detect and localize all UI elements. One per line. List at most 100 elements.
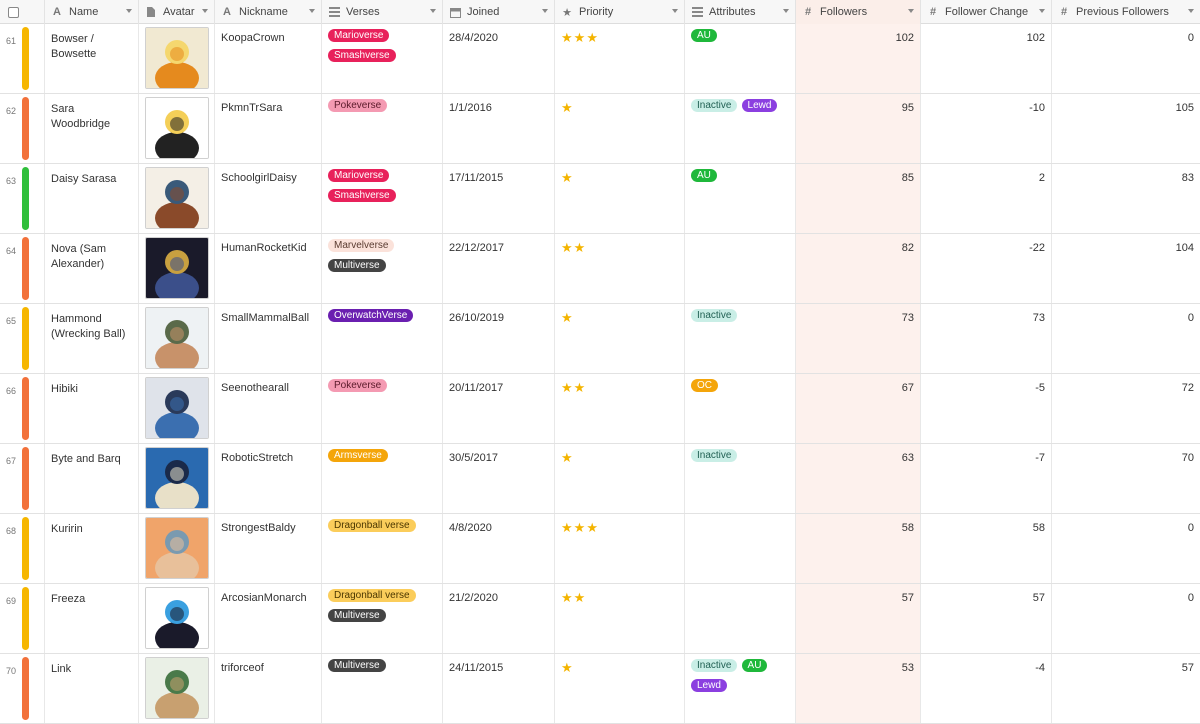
avatar-cell[interactable] [139,514,215,583]
nickname-cell[interactable]: triforceof [215,654,322,723]
previous-followers-cell[interactable]: 72 [1052,374,1200,443]
star-icon[interactable]: ★ [574,520,587,535]
avatar[interactable] [145,167,209,229]
avatar[interactable] [145,447,209,509]
table-row[interactable]: 67 Byte and Barq RoboticStretch Armsverse 30… [0,444,1200,514]
star-icon[interactable]: ★ [561,520,574,535]
avatar-cell[interactable] [139,24,215,93]
nickname-cell[interactable]: ArcosianMonarch [215,584,322,653]
avatar[interactable] [145,517,209,579]
priority-cell[interactable]: ★★★ [555,24,685,93]
avatar[interactable] [145,27,209,89]
previous-followers-cell[interactable]: 0 [1052,304,1200,373]
attributes-cell[interactable]: AU [685,24,796,93]
name-cell[interactable]: Byte and Barq [45,444,139,513]
header-attributes[interactable]: Attributes [685,0,796,24]
name-cell[interactable]: Nova (Sam Alexander) [45,234,139,303]
avatar-cell[interactable] [139,444,215,513]
table-row[interactable]: 64 Nova (Sam Alexander) HumanRocketKid Marv… [0,234,1200,304]
avatar-cell[interactable] [139,164,215,233]
followers-cell[interactable]: 63 [796,444,921,513]
attributes-cell[interactable]: Inactive AU Lewd [685,654,796,723]
nickname-cell[interactable]: KoopaCrown [215,24,322,93]
joined-cell[interactable]: 20/11/2017 [443,374,555,443]
priority-cell[interactable]: ★ [555,304,685,373]
name-cell[interactable]: Link [45,654,139,723]
chevron-down-icon[interactable] [542,9,548,13]
name-cell[interactable]: Sara Woodbridge [45,94,139,163]
star-icon[interactable]: ★ [561,660,574,675]
table-row[interactable]: 70 Link triforceof Multiverse 24/11/2015 ★ Ina… [0,654,1200,724]
header-followers[interactable]: # Followers [796,0,921,24]
star-icon[interactable]: ★ [574,380,587,395]
follower-change-cell[interactable]: -5 [921,374,1052,443]
attributes-cell[interactable]: OC [685,374,796,443]
follower-change-cell[interactable]: 58 [921,514,1052,583]
avatar[interactable] [145,237,209,299]
followers-cell[interactable]: 67 [796,374,921,443]
header-nickname[interactable]: A Nickname [215,0,322,24]
avatar-cell[interactable] [139,584,215,653]
verses-cell[interactable]: Pokeverse [322,94,443,163]
verses-cell[interactable]: Marvelverse Multiverse [322,234,443,303]
star-icon[interactable]: ★ [561,450,574,465]
star-icon[interactable]: ★ [561,30,574,45]
followers-cell[interactable]: 95 [796,94,921,163]
header-joined[interactable]: Joined [443,0,555,24]
avatar-cell[interactable] [139,374,215,443]
star-icon[interactable]: ★ [561,100,574,115]
previous-followers-cell[interactable]: 105 [1052,94,1200,163]
previous-followers-cell[interactable]: 83 [1052,164,1200,233]
table-row[interactable]: 61 Bowser / Bowsette KoopaCrown Marioverse S… [0,24,1200,94]
nickname-cell[interactable]: PkmnTrSara [215,94,322,163]
star-icon[interactable]: ★ [561,310,574,325]
joined-cell[interactable]: 1/1/2016 [443,94,555,163]
star-icon[interactable]: ★ [561,170,574,185]
chevron-down-icon[interactable] [202,9,208,13]
table-row[interactable]: 63 Daisy Sarasa SchoolgirlDaisy Marioverse S… [0,164,1200,234]
name-cell[interactable]: Hammond (Wrecking Ball) [45,304,139,373]
star-icon[interactable]: ★ [561,240,574,255]
chevron-down-icon[interactable] [126,9,132,13]
header-name[interactable]: A Name [45,0,139,24]
follower-change-cell[interactable]: 73 [921,304,1052,373]
priority-cell[interactable]: ★★ [555,584,685,653]
avatar-cell[interactable] [139,234,215,303]
nickname-cell[interactable]: HumanRocketKid [215,234,322,303]
avatar[interactable] [145,97,209,159]
priority-cell[interactable]: ★ [555,94,685,163]
verses-cell[interactable]: Dragonball verse [322,514,443,583]
follower-change-cell[interactable]: -10 [921,94,1052,163]
header-previous-followers[interactable]: # Previous Followers [1052,0,1200,24]
priority-cell[interactable]: ★★ [555,374,685,443]
priority-cell[interactable]: ★★ [555,234,685,303]
star-icon[interactable]: ★ [586,520,599,535]
chevron-down-icon[interactable] [783,9,789,13]
attributes-cell[interactable] [685,234,796,303]
star-icon[interactable]: ★ [586,30,599,45]
previous-followers-cell[interactable]: 57 [1052,654,1200,723]
joined-cell[interactable]: 26/10/2019 [443,304,555,373]
followers-cell[interactable]: 102 [796,24,921,93]
star-icon[interactable]: ★ [561,380,574,395]
follower-change-cell[interactable]: -7 [921,444,1052,513]
header-avatar[interactable]: Avatar [139,0,215,24]
followers-cell[interactable]: 73 [796,304,921,373]
follower-change-cell[interactable]: -22 [921,234,1052,303]
header-follower-change[interactable]: # Follower Change [921,0,1052,24]
followers-cell[interactable]: 57 [796,584,921,653]
chevron-down-icon[interactable] [430,9,436,13]
chevron-down-icon[interactable] [908,9,914,13]
joined-cell[interactable]: 21/2/2020 [443,584,555,653]
priority-cell[interactable]: ★★★ [555,514,685,583]
avatar-cell[interactable] [139,304,215,373]
previous-followers-cell[interactable]: 104 [1052,234,1200,303]
followers-cell[interactable]: 85 [796,164,921,233]
joined-cell[interactable]: 4/8/2020 [443,514,555,583]
follower-change-cell[interactable]: 102 [921,24,1052,93]
followers-cell[interactable]: 58 [796,514,921,583]
joined-cell[interactable]: 28/4/2020 [443,24,555,93]
joined-cell[interactable]: 30/5/2017 [443,444,555,513]
previous-followers-cell[interactable]: 0 [1052,24,1200,93]
chevron-down-icon[interactable] [1039,9,1045,13]
